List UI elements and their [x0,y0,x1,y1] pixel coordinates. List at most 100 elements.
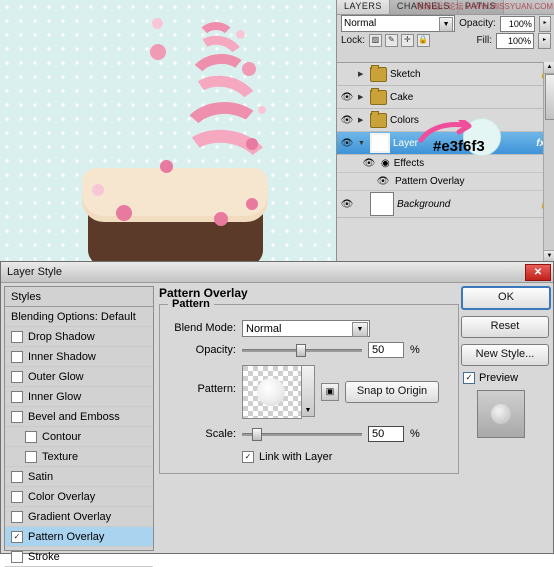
scale-row[interactable]: Scale: 50 % [168,423,450,445]
layers-list[interactable]: ▶ Sketch 🔒 👁 ▶ Cake 👁 ▶ Colors 👁 ▼ Layer… [337,62,554,263]
lock-row[interactable]: Lock: ▨ ✎ ✛ 🔒 Fill: 100% ▸ [337,32,554,49]
opacity-input[interactable]: 50 [368,342,404,358]
checkbox[interactable] [11,410,23,423]
close-icon[interactable]: ✕ [525,264,551,281]
link-with-layer-row[interactable]: ✓ Link with Layer [242,451,450,463]
checkbox[interactable]: ✓ [11,530,23,543]
checkbox[interactable] [11,470,23,483]
blend-mode-select[interactable]: Normal ▼ [242,319,370,337]
checkbox[interactable]: ✓ [242,451,254,463]
scale-input[interactable]: 50 [368,426,404,442]
scroll-thumb[interactable] [545,74,554,120]
artwork-canvas[interactable] [0,0,336,262]
new-preset-button[interactable]: ▣ [321,383,339,401]
scroll-up-icon[interactable]: ▲ [544,62,554,74]
checkbox[interactable] [11,390,23,403]
chevron-down-icon[interactable]: ▼ [439,17,454,32]
tab-layers[interactable]: LAYERS [337,0,390,14]
layer-effects-row[interactable]: 👁 ◉ Effects [337,155,554,173]
lock-position-move-icon[interactable]: ✛ [400,34,414,47]
style-row-outer-glow[interactable]: Outer Glow [5,367,153,387]
pattern-group-box: Pattern Blend Mode: Normal ▼ Opacity: 50… [159,298,459,474]
snap-to-origin-button[interactable]: Snap to Origin [345,381,439,403]
dialog-title-bar[interactable]: Layer Style ✕ [1,262,553,283]
slider-knob[interactable] [252,428,262,441]
style-row-stroke[interactable]: Stroke [5,547,153,567]
checkbox[interactable] [11,350,23,363]
style-row-bevel-and-emboss[interactable]: Bevel and Emboss [5,407,153,427]
checkbox[interactable]: ✓ [463,372,475,384]
layer-style-dialog[interactable]: Layer Style ✕ Styles Blending Options: D… [0,261,554,567]
fill-value[interactable]: 100% [496,32,534,49]
layer-name-cake: Cake [390,91,414,103]
style-label: Outer Glow [28,370,84,383]
ok-button[interactable]: OK [461,286,551,310]
chevron-right-icon[interactable]: ▶ [358,93,367,101]
checkbox[interactable] [25,450,37,463]
style-row-pattern-overlay[interactable]: ✓ Pattern Overlay [5,527,153,547]
preview-shape [491,404,511,424]
dialog-buttons[interactable]: OK Reset New Style... ✓ Preview [461,286,551,438]
style-row-blending-options[interactable]: Blending Options: Default [5,307,153,327]
scale-slider[interactable] [242,427,362,441]
style-row-texture[interactable]: Texture [5,447,153,467]
style-row-drop-shadow[interactable]: Drop Shadow [5,327,153,347]
chevron-right-icon[interactable]: ▶ [358,116,367,124]
style-row-contour[interactable]: Contour [5,427,153,447]
eye-icon[interactable]: 👁 [339,199,355,210]
opacity-stepper-icon[interactable]: ▸ [538,15,551,32]
eye-icon[interactable]: 👁 [375,176,391,187]
layer-row-background[interactable]: 👁 Background 🔒 [337,191,554,218]
layer-name-sketch: Sketch [390,68,421,80]
style-row-color-overlay[interactable]: Color Overlay [5,487,153,507]
pattern-row[interactable]: Pattern: ▼ ▣ Snap to Origin [168,365,450,423]
reset-button[interactable]: Reset [461,316,549,338]
opacity-value[interactable]: 100% [499,15,535,32]
chevron-down-icon[interactable]: ▼ [358,140,367,147]
eye-icon[interactable]: 👁 [339,115,355,126]
lock-transparency-icon[interactable]: ▨ [368,34,382,47]
checkbox[interactable] [11,510,23,523]
slider-knob[interactable] [296,344,306,357]
chevron-down-icon[interactable]: ▼ [352,321,368,337]
checkbox[interactable] [11,330,23,343]
lock-pixels-brush-icon[interactable]: ✎ [384,34,398,47]
eye-icon[interactable]: 👁 [339,92,355,103]
checkbox[interactable] [11,370,23,383]
style-row-satin[interactable]: Satin [5,467,153,487]
effect-row-pattern-overlay[interactable]: 👁 Pattern Overlay [337,173,554,191]
blend-mode-row[interactable]: Blend Mode: Normal ▼ [168,317,450,339]
layer-thumbnail[interactable] [370,133,390,153]
checkbox[interactable] [25,430,37,443]
style-label: Satin [28,470,54,483]
layer-row-sketch[interactable]: ▶ Sketch 🔒 [337,63,554,86]
style-row-inner-glow[interactable]: Inner Glow [5,387,153,407]
checkbox[interactable] [11,490,23,503]
pattern-preview-swatch[interactable] [242,365,302,419]
candy-dot [246,198,258,210]
eye-icon[interactable]: 👁 [339,138,355,149]
opacity-slider[interactable] [242,343,362,357]
opacity-row[interactable]: Opacity: 50 % [168,339,450,361]
layers-panel[interactable]: LAYERS CHANNELS PATHS 思缘设计论坛 WWW.MISSYUA… [336,0,554,263]
blend-mode-select[interactable]: Normal ▼ [341,15,456,32]
preview-toggle-row[interactable]: ✓ Preview [463,372,549,384]
pattern-picker-chevron-icon[interactable]: ▼ [302,365,315,417]
blend-mode-row[interactable]: Normal ▼ Opacity: 100% ▸ [337,15,554,32]
style-label: Stroke [28,550,60,563]
scale-label: Scale: [205,428,236,440]
panel-tab-strip[interactable]: LAYERS CHANNELS PATHS 思缘设计论坛 WWW.MISSYUA… [337,0,554,15]
layers-scrollbar[interactable]: ▲ ▼ [543,62,554,262]
style-row-inner-shadow[interactable]: Inner Shadow [5,347,153,367]
eye-icon[interactable]: 👁 [361,158,377,169]
styles-list[interactable]: Styles Blending Options: Default Drop Sh… [4,286,154,567]
chevron-right-icon[interactable]: ▶ [358,70,367,78]
new-style-button[interactable]: New Style... [461,344,549,366]
layer-row-cake[interactable]: 👁 ▶ Cake [337,86,554,109]
fill-stepper-icon[interactable]: ▸ [538,32,551,49]
layer-thumbnail[interactable] [370,192,394,216]
hex-color-annotation: #e3f6f3 [433,138,485,155]
style-row-gradient-overlay[interactable]: Gradient Overlay [5,507,153,527]
checkbox[interactable] [11,550,23,563]
lock-all-icon[interactable]: 🔒 [416,34,430,47]
